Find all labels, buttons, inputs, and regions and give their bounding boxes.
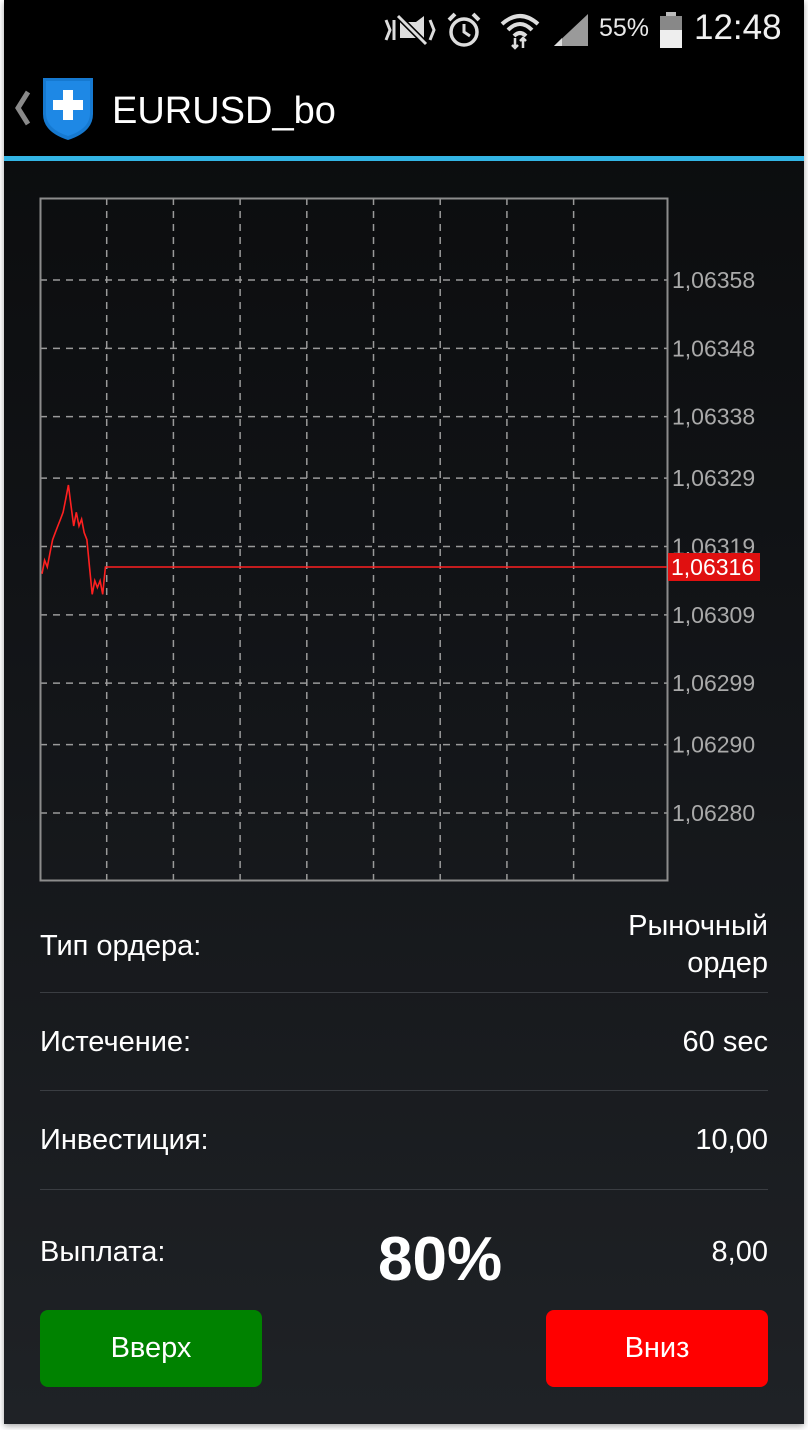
mute-vibrate-icon bbox=[384, 13, 436, 47]
order-type-value-line1: Рыночный bbox=[628, 910, 768, 942]
alarm-icon bbox=[447, 12, 481, 47]
order-type-value-line2: ордер bbox=[687, 947, 768, 979]
order-type-value: Рыночный ордер bbox=[628, 908, 768, 982]
payout-label: Выплата: bbox=[40, 1236, 166, 1268]
y-tick-label: 1,06358 bbox=[672, 267, 755, 293]
phone-screen: 55% 12:48 EURUSD_bo 1,06358 1,06348 1,0633… bbox=[4, 0, 804, 1424]
action-bar: EURUSD_bo bbox=[4, 58, 804, 158]
current-price-label: 1,06316 bbox=[671, 554, 754, 580]
battery-percent: 55% bbox=[599, 14, 650, 42]
wifi-icon bbox=[500, 14, 540, 50]
status-bar: 55% 12:48 bbox=[4, 0, 804, 58]
divider bbox=[40, 1090, 768, 1091]
investment-row: Инвестиция: 10,00 bbox=[40, 1122, 768, 1162]
price-chart[interactable]: 1,063581,063481,063381,063291,063191,063… bbox=[4, 161, 804, 901]
signal-icon bbox=[554, 14, 588, 46]
back-chevron-icon[interactable] bbox=[12, 88, 32, 128]
divider bbox=[40, 992, 768, 993]
y-axis-ticks: 1,063581,063481,063381,063291,063191,063… bbox=[672, 267, 755, 826]
page-title: EURUSD_bo bbox=[112, 90, 336, 132]
expiry-row: Истечение: 60 sec bbox=[40, 1024, 768, 1064]
down-button[interactable]: Вниз bbox=[546, 1310, 768, 1387]
screen: 55% 12:48 EURUSD_bo 1,06358 1,06348 1,0633… bbox=[0, 0, 808, 1430]
investment-value[interactable]: 10,00 bbox=[695, 1124, 768, 1157]
order-type-label: Тип ордера: bbox=[40, 930, 202, 962]
price-series-line bbox=[41, 484, 108, 595]
y-tick-label: 1,06309 bbox=[672, 602, 755, 628]
payout-value: 8,00 bbox=[711, 1236, 768, 1268]
investment-label: Инвестиция: bbox=[40, 1124, 209, 1156]
divider bbox=[40, 1189, 768, 1190]
y-tick-label: 1,06329 bbox=[672, 465, 755, 491]
payout-percent: 80% bbox=[378, 1225, 503, 1294]
order-type-row: Тип ордера: Рыночный ордер bbox=[40, 908, 768, 988]
app-shield-logo[interactable] bbox=[40, 74, 96, 142]
expiry-label: Истечение: bbox=[40, 1026, 192, 1058]
y-tick-label: 1,06338 bbox=[672, 404, 755, 430]
battery-icon bbox=[660, 12, 682, 48]
expiry-value[interactable]: 60 sec bbox=[683, 1026, 768, 1059]
clock-time: 12:48 bbox=[694, 8, 782, 47]
y-tick-label: 1,06299 bbox=[672, 670, 755, 696]
up-button[interactable]: Вверх bbox=[40, 1310, 262, 1387]
chart-grid bbox=[40, 198, 667, 880]
y-tick-label: 1,06280 bbox=[672, 800, 755, 826]
y-tick-label: 1,06348 bbox=[672, 335, 755, 361]
y-tick-label: 1,06290 bbox=[672, 732, 755, 758]
